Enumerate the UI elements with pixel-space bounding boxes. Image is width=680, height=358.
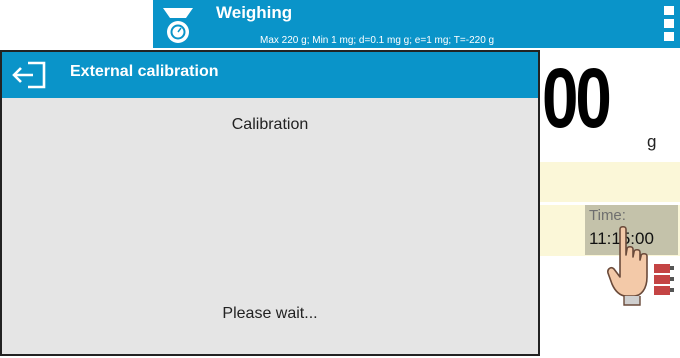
back-arrow-icon[interactable] xyxy=(11,61,47,89)
dialog-title: External calibration xyxy=(70,63,219,80)
info-band xyxy=(540,162,680,202)
time-label: Time: xyxy=(589,207,626,224)
calibration-dialog: External calibration Calibration Please … xyxy=(0,50,540,356)
scale-icon xyxy=(163,8,193,43)
dialog-message: Please wait... xyxy=(222,305,318,322)
weight-unit: g xyxy=(647,132,657,151)
app-title: Weighing xyxy=(216,3,293,22)
menu-icon[interactable] xyxy=(664,6,674,44)
database-icon[interactable] xyxy=(654,263,674,297)
app-subtitle: Max 220 g; Min 1 mg; d=0.1 mg g; e=1 mg;… xyxy=(260,35,495,46)
hand-pointer-icon xyxy=(607,225,648,306)
weight-value: 00 xyxy=(542,51,612,145)
app-header: Weighing Max 220 g; Min 1 mg; d=0.1 mg g… xyxy=(153,0,680,48)
weight-display: 00 g xyxy=(540,48,680,159)
dialog-heading: Calibration xyxy=(231,116,309,133)
dialog-header: External calibration xyxy=(2,52,538,98)
